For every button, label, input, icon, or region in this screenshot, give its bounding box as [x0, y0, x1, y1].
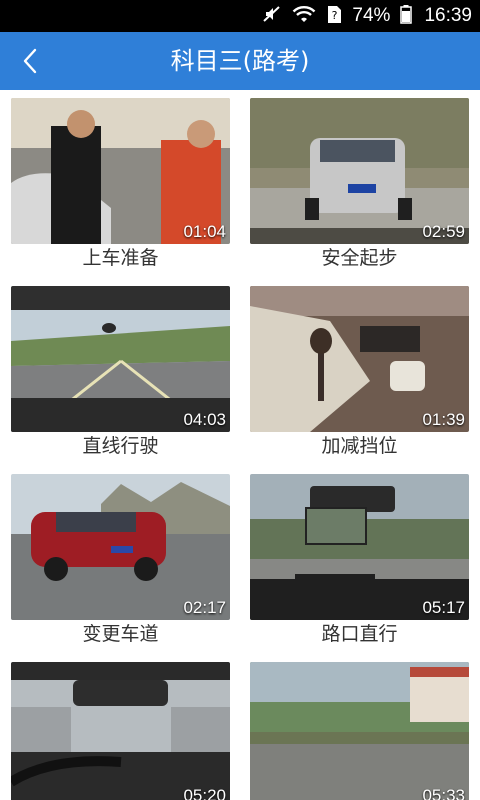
wifi-icon — [292, 4, 316, 29]
video-card[interactable]: 02:59 安全起步 — [250, 90, 469, 270]
video-thumbnail: 01:39 — [250, 286, 469, 432]
video-duration: 05:33 — [422, 786, 465, 800]
video-card[interactable]: 05:20 — [11, 654, 230, 800]
video-thumbnail: 05:33 — [250, 662, 469, 800]
status-icons: ? 74% 16:39 — [262, 0, 472, 32]
sim-alert-icon: ? — [326, 4, 342, 29]
mute-icon — [262, 4, 282, 29]
status-bar: ? 74% 16:39 — [0, 0, 480, 32]
page-title: 科目三(路考) — [170, 47, 310, 75]
app-bar: 科目三(路考) — [0, 32, 480, 90]
video-card[interactable]: 01:04 上车准备 — [11, 90, 230, 270]
video-thumbnail: 05:17 — [250, 474, 469, 620]
svg-text:?: ? — [332, 9, 338, 22]
video-card[interactable]: 04:03 直线行驶 — [11, 278, 230, 458]
battery-percent: 74% — [352, 5, 391, 26]
video-thumbnail: 04:03 — [11, 286, 230, 432]
video-duration: 05:17 — [422, 598, 465, 617]
video-card[interactable]: 05:17 路口直行 — [250, 466, 469, 646]
video-card[interactable]: 02:17 变更车道 — [11, 466, 230, 646]
video-title: 安全起步 — [321, 247, 398, 269]
video-thumbnail: 01:04 — [11, 98, 230, 244]
video-thumbnail: 02:59 — [250, 98, 469, 244]
battery-icon — [400, 4, 413, 29]
video-card[interactable]: 05:33 — [250, 654, 469, 800]
video-title: 上车准备 — [82, 247, 159, 269]
video-duration: 02:17 — [183, 598, 226, 617]
video-title: 加减挡位 — [321, 435, 398, 457]
video-title: 直线行驶 — [82, 435, 159, 457]
clock: 16:39 — [424, 5, 472, 26]
video-title: 变更车道 — [82, 623, 159, 645]
video-duration: 01:39 — [422, 410, 465, 429]
video-duration: 02:59 — [422, 222, 465, 241]
video-duration: 04:03 — [183, 410, 226, 429]
video-thumbnail: 05:20 — [11, 662, 230, 800]
video-duration: 01:04 — [183, 222, 226, 241]
video-duration: 05:20 — [183, 786, 226, 800]
video-grid: 01:04 上车准备 02:59 安全起步 04:03 直线行驶 01:39 加… — [0, 90, 480, 800]
video-card[interactable]: 01:39 加减挡位 — [250, 278, 469, 458]
video-title: 路口直行 — [321, 623, 398, 645]
video-thumbnail: 02:17 — [11, 474, 230, 620]
